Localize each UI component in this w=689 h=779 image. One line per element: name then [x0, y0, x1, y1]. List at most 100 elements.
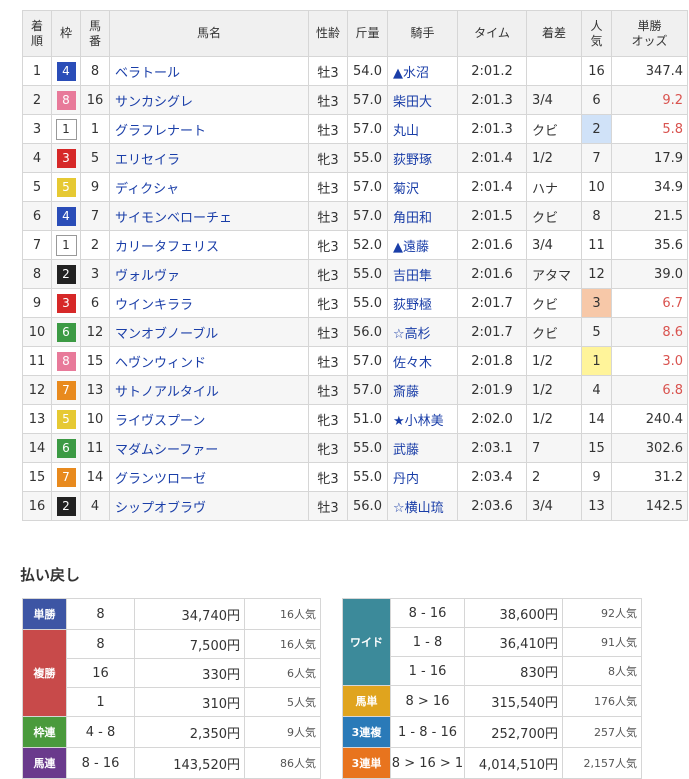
- carried-weight: 55.0: [347, 288, 388, 318]
- bet-type-label: 複勝: [22, 629, 67, 717]
- horse-number: 15: [80, 346, 110, 376]
- horse-name-link[interactable]: ベラトール: [109, 56, 309, 86]
- combination: 1 - 8 - 16: [390, 716, 465, 748]
- jockey-link[interactable]: 丹内: [387, 462, 458, 492]
- margin: クビ: [526, 317, 582, 347]
- payout-amount: 36,410円: [464, 627, 563, 657]
- jockey-link[interactable]: 柴田大: [387, 85, 458, 115]
- carried-weight: 57.0: [347, 172, 388, 202]
- popularity: 3: [581, 288, 612, 318]
- jockey-link[interactable]: 佐々木: [387, 346, 458, 376]
- sex-age: 牡3: [308, 375, 348, 405]
- carried-weight: 56.0: [347, 491, 388, 521]
- race-time: 2:01.2: [457, 56, 527, 86]
- header-sexage: 性齢: [308, 10, 348, 57]
- gate-cell: 1: [51, 230, 81, 260]
- bet-type-label: ワイド: [342, 598, 391, 686]
- gate-cell: 8: [51, 346, 81, 376]
- jockey-link[interactable]: 角田和: [387, 201, 458, 231]
- horse-name-link[interactable]: ヴォルヴァ: [109, 259, 309, 289]
- payout-amount: 330円: [134, 658, 245, 688]
- horse-number: 3: [80, 259, 110, 289]
- payout-row: 1 310円 5人気: [23, 687, 321, 717]
- horse-name-link[interactable]: エリセイラ: [109, 143, 309, 173]
- jockey-link[interactable]: 菊沢: [387, 172, 458, 202]
- horse-name-link[interactable]: グラフレナート: [109, 114, 309, 144]
- jockey-link[interactable]: ▲水沼: [387, 56, 458, 86]
- header-number: 馬番: [80, 10, 110, 57]
- horse-name-link[interactable]: カリータフェリス: [109, 230, 309, 260]
- gate-badge: 5: [56, 177, 76, 197]
- margin: 3/4: [526, 491, 582, 521]
- header-horse: 馬名: [109, 10, 309, 57]
- gate-badge: 6: [56, 438, 76, 458]
- jockey-link[interactable]: 武藤: [387, 433, 458, 463]
- table-row: 15 7 14 グランツローゼ 牝3 55.0 丹内 2:03.4 2 9 31.2: [22, 462, 688, 492]
- table-row: 9 3 6 ウインキララ 牝3 55.0 荻野極 2:01.7 クビ 3 6.7: [22, 288, 688, 318]
- win-odds: 31.2: [611, 462, 688, 492]
- horse-number: 4: [80, 491, 110, 521]
- payout-row: 枠連 4 - 8 2,350円 9人気: [22, 716, 321, 748]
- jockey-link[interactable]: ☆横山琉: [387, 491, 458, 521]
- horse-name-link[interactable]: マンオブノーブル: [109, 317, 309, 347]
- bet-type-label: 単勝: [22, 598, 67, 630]
- jockey-link[interactable]: 吉田隼: [387, 259, 458, 289]
- popularity: 4: [581, 375, 612, 405]
- table-row: 3 1 1 グラフレナート 牡3 57.0 丸山 2:01.3 クビ 2 5.8: [22, 114, 688, 144]
- margin: クビ: [526, 114, 582, 144]
- horse-number: 10: [80, 404, 110, 434]
- bet-type-label: 馬単: [342, 685, 391, 717]
- finish-position: 2: [22, 85, 52, 115]
- combination: 8: [66, 629, 135, 659]
- payout-amount: 2,350円: [134, 716, 245, 748]
- payout-amount: 310円: [134, 687, 245, 717]
- table-row: 4 3 5 エリセイラ 牝3 55.0 荻野琢 2:01.4 1/2 7 17.9: [22, 143, 688, 173]
- payout-popularity: 9人気: [244, 716, 321, 748]
- combination: 16: [66, 658, 135, 688]
- horse-name-link[interactable]: サイモンベローチェ: [109, 201, 309, 231]
- payout-table-right: ワイド 8 - 16 38,600円 92人気 1 - 8 36,410円 91人気 1 - …: [342, 598, 642, 779]
- popularity: 6: [581, 85, 612, 115]
- popularity: 7: [581, 143, 612, 173]
- horse-name-link[interactable]: サトノアルタイル: [109, 375, 309, 405]
- jockey-link[interactable]: 丸山: [387, 114, 458, 144]
- margin: クビ: [526, 288, 582, 318]
- horse-name-link[interactable]: ウインキララ: [109, 288, 309, 318]
- win-odds: 39.0: [611, 259, 688, 289]
- win-odds: 34.9: [611, 172, 688, 202]
- horse-number: 7: [80, 201, 110, 231]
- win-odds: 17.9: [611, 143, 688, 173]
- table-row: 16 2 4 シップオブラヴ 牡3 56.0 ☆横山琉 2:03.6 3/4 13 142.5: [22, 491, 688, 521]
- carried-weight: 51.0: [347, 404, 388, 434]
- gate-cell: 7: [51, 375, 81, 405]
- popularity: 16: [581, 56, 612, 86]
- horse-name-link[interactable]: グランツローゼ: [109, 462, 309, 492]
- jockey-link[interactable]: ▲遠藤: [387, 230, 458, 260]
- jockey-link[interactable]: 斎藤: [387, 375, 458, 405]
- horse-name-link[interactable]: サンカシグレ: [109, 85, 309, 115]
- jockey-link[interactable]: 荻野極: [387, 288, 458, 318]
- horse-name-link[interactable]: ディクシャ: [109, 172, 309, 202]
- horse-name-link[interactable]: マダムシーファー: [109, 433, 309, 463]
- finish-position: 3: [22, 114, 52, 144]
- payout-amount: 830円: [464, 656, 563, 686]
- horse-name-link[interactable]: シップオブラヴ: [109, 491, 309, 521]
- header-margin: 着差: [526, 10, 582, 57]
- payout-amount: 252,700円: [464, 716, 563, 748]
- win-odds: 347.4: [611, 56, 688, 86]
- payout-popularity: 257人気: [562, 716, 642, 748]
- table-row: 8 2 3 ヴォルヴァ 牝3 55.0 吉田隼 2:01.6 アタマ 12 39.0: [22, 259, 688, 289]
- jockey-link[interactable]: ☆高杉: [387, 317, 458, 347]
- carried-weight: 57.0: [347, 346, 388, 376]
- gate-badge: 2: [56, 264, 76, 284]
- horse-name-link[interactable]: ライヴスプーン: [109, 404, 309, 434]
- payout-popularity: 91人気: [562, 627, 642, 657]
- jockey-link[interactable]: ★小林美: [387, 404, 458, 434]
- jockey-link[interactable]: 荻野琢: [387, 143, 458, 173]
- win-odds: 240.4: [611, 404, 688, 434]
- race-time: 2:01.6: [457, 259, 527, 289]
- carried-weight: 57.0: [347, 375, 388, 405]
- results-body: 1 4 8 ベラトール 牡3 54.0 ▲水沼 2:01.2 16 347.4 2 8 16 サンカシグレ…: [22, 56, 688, 521]
- horse-number: 2: [80, 230, 110, 260]
- horse-name-link[interactable]: ヘヴンウィンド: [109, 346, 309, 376]
